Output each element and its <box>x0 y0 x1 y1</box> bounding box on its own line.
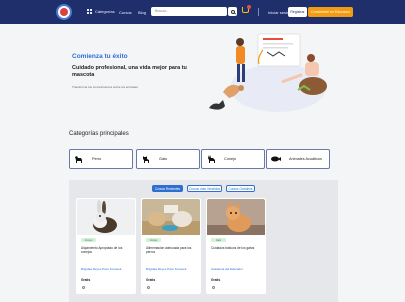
course-image-rabbit <box>77 199 135 235</box>
favorite-icon[interactable] <box>212 286 215 289</box>
tab-recent-courses[interactable]: Cursos Recientes <box>152 185 183 192</box>
grid-icon <box>87 9 92 14</box>
category-label: Gato <box>159 157 168 161</box>
course-card[interactable]: Conejo Alimentación adecuada para los pe… <box>141 198 201 294</box>
cart-badge <box>247 5 251 9</box>
category-card-perro[interactable]: Perro <box>69 149 133 169</box>
course-author[interactable]: Academia del Educador <box>211 267 243 271</box>
tab-best-selling-courses[interactable]: Cursos más Vendidos <box>187 185 222 192</box>
hero-title: Comienza tu éxito <box>72 53 128 60</box>
course-title[interactable]: Alojamiento Apropiado de los conejos <box>81 246 132 254</box>
course-image-dogs <box>142 199 200 235</box>
course-price: Gratis <box>81 278 91 282</box>
nav-link-blog[interactable]: Blog <box>138 10 146 15</box>
category-label: Perro <box>92 157 102 161</box>
course-card[interactable]: Conejo Alojamiento Apropiado de los cone… <box>76 198 136 294</box>
course-title[interactable]: Alimentación adecuada para los perros <box>146 246 197 254</box>
course-image-cat <box>207 199 265 235</box>
favorite-icon[interactable] <box>147 286 150 289</box>
category-badge: Conejo <box>146 238 161 242</box>
category-label: Conejo <box>224 157 237 161</box>
categories-menu-button[interactable]: Categorías <box>87 9 115 14</box>
register-button[interactable]: Registrar <box>288 7 307 17</box>
logo-mark <box>60 8 68 16</box>
nav-link-cursos[interactable]: Cursos <box>119 10 132 15</box>
dog-icon <box>75 156 82 163</box>
categories-label: Categorías <box>95 9 115 14</box>
header-divider <box>258 8 259 16</box>
course-title[interactable]: Cuidados básicos de los gatos <box>211 246 262 250</box>
rabbit-icon <box>208 155 215 163</box>
logo[interactable] <box>56 4 72 20</box>
search-input[interactable]: Buscar... <box>151 7 227 16</box>
category-badge: Gato <box>211 238 226 242</box>
hero-subtitle: Cuidado profesional, una vida mejor para… <box>72 65 187 78</box>
categories-title: Categorías principales <box>69 131 129 137</box>
course-author[interactable]: Brigidaa Reyes Paco Fonseek <box>146 267 186 271</box>
hero-description: Transforma tus conocimientos sobre los a… <box>72 85 138 89</box>
course-price: Gratis <box>211 278 221 282</box>
category-label: Animales Acuáticos <box>289 157 322 161</box>
course-price: Gratis <box>146 278 156 282</box>
category-card-conejo[interactable]: Conejo <box>201 149 265 169</box>
hero-illustration <box>209 33 327 112</box>
category-card-acuaticos[interactable]: Animales Acuáticos <box>266 149 330 169</box>
category-badge: Conejo <box>81 238 96 242</box>
top-navbar: Categorías Cursos Blog Buscar... Iniciar… <box>0 0 405 24</box>
favorite-icon[interactable] <box>82 286 85 289</box>
cat-icon <box>143 156 149 163</box>
course-card[interactable]: Gato Cuidados básicos de los gatos Acade… <box>206 198 266 294</box>
search-button[interactable] <box>228 7 237 16</box>
tab-free-courses[interactable]: Cursos Gratuitos <box>226 185 255 192</box>
course-author[interactable]: Brigidaa Reyes Paco Fonseek <box>81 267 121 271</box>
category-card-gato[interactable]: Gato <box>136 149 200 169</box>
fish-icon <box>271 156 281 162</box>
become-educator-button[interactable]: Conviértete en Educador <box>308 7 353 17</box>
search-icon <box>230 9 235 14</box>
